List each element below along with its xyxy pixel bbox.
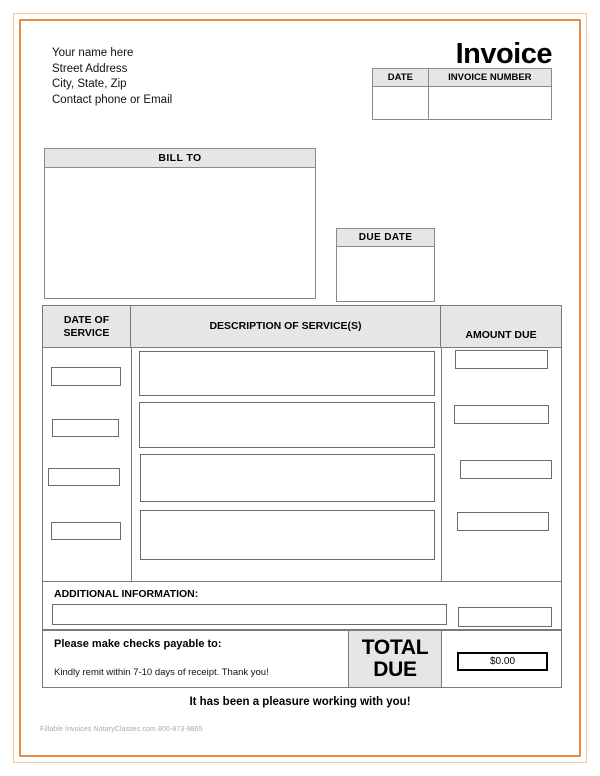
column-divider-right (441, 348, 442, 582)
table-row-date-input[interactable] (52, 419, 119, 437)
closing-message: It has been a pleasure working with you! (189, 696, 411, 708)
sender-city-state-zip: City, State, Zip (52, 78, 127, 90)
sender-street: Street Address (52, 62, 128, 75)
table-row-amount-input[interactable] (455, 350, 548, 369)
services-table: DATE OF SERVICE DESCRIPTION OF SERVICE(S… (42, 305, 562, 582)
table-row-amount-input[interactable] (454, 405, 549, 424)
invoice-number-input[interactable] (428, 87, 551, 119)
bill-to-header: BILL TO (45, 149, 315, 168)
invoice-header: Your name here Street Address City, Stat… (24, 24, 576, 134)
additional-information-label: ADDITIONAL INFORMATION: (54, 588, 199, 600)
remittance-note: Kindly remit within 7-10 days of receipt… (54, 667, 269, 678)
date-column-header: DATE (373, 69, 429, 87)
amount-due-column-header: AMOUNT DUE (465, 328, 537, 341)
total-due-label-line2: DUE (373, 658, 417, 681)
additional-information-section: ADDITIONAL INFORMATION: (42, 582, 562, 630)
due-date-box: DUE DATE (336, 228, 435, 302)
due-date-header: DUE DATE (337, 229, 434, 247)
services-table-header: DATE OF SERVICE DESCRIPTION OF SERVICE(S… (43, 306, 561, 348)
table-row-amount-input[interactable] (457, 512, 549, 531)
invoice-number-column-header: INVOICE NUMBER (428, 69, 551, 87)
table-row-amount-input[interactable] (460, 460, 552, 479)
table-row-description-input[interactable] (139, 402, 435, 448)
invoice-sheet: Your name here Street Address City, Stat… (24, 24, 576, 752)
bill-to-box: BILL TO (44, 148, 316, 299)
date-of-service-header-line2: SERVICE (63, 326, 110, 339)
sender-contact: Contact phone or Email (52, 93, 173, 106)
table-row-date-input[interactable] (51, 367, 121, 386)
table-row-description-input[interactable] (139, 351, 435, 396)
invoice-meta-table: DATE INVOICE NUMBER (372, 68, 552, 120)
date-of-service-header-line1: DATE OF (63, 314, 110, 326)
invoice-meta-value-row (373, 87, 551, 119)
total-due-label: TOTAL DUE (349, 631, 442, 687)
page-title: Invoice (455, 38, 553, 70)
due-date-input[interactable] (337, 247, 434, 301)
sender-name: Your name here (52, 47, 134, 59)
payable-to-label: Please make checks payable to: (54, 638, 222, 650)
payment-instructions-cell: Please make checks payable to: Kindly re… (43, 631, 349, 687)
totals-section: Please make checks payable to: Kindly re… (42, 630, 562, 688)
description-column-header: DESCRIPTION OF SERVICE(S) (131, 306, 441, 347)
services-table-body (43, 348, 561, 582)
date-input[interactable] (373, 87, 429, 119)
table-row-description-input[interactable] (140, 510, 435, 560)
invoice-page: Your name here Street Address City, Stat… (0, 0, 600, 776)
table-row-description-input[interactable] (140, 454, 435, 502)
column-divider-left (131, 348, 132, 582)
footer-fine-print: Fillable Invoices NotaryClasses.com 800-… (40, 726, 203, 733)
additional-information-input[interactable] (52, 604, 447, 625)
additional-information-side-input[interactable] (458, 607, 552, 627)
sender-address-block: Your name here Street Address City, Stat… (52, 46, 172, 108)
table-row-date-input[interactable] (48, 468, 120, 486)
date-of-service-column-header: DATE OF SERVICE (43, 306, 131, 347)
total-amount-value[interactable]: $0.00 (457, 652, 548, 671)
table-row-date-input[interactable] (51, 522, 121, 540)
invoice-meta-header-row: DATE INVOICE NUMBER (373, 69, 551, 87)
total-due-label-line1: TOTAL (361, 636, 429, 659)
total-amount-cell: $0.00 (442, 631, 561, 687)
bill-to-input[interactable] (45, 168, 315, 298)
